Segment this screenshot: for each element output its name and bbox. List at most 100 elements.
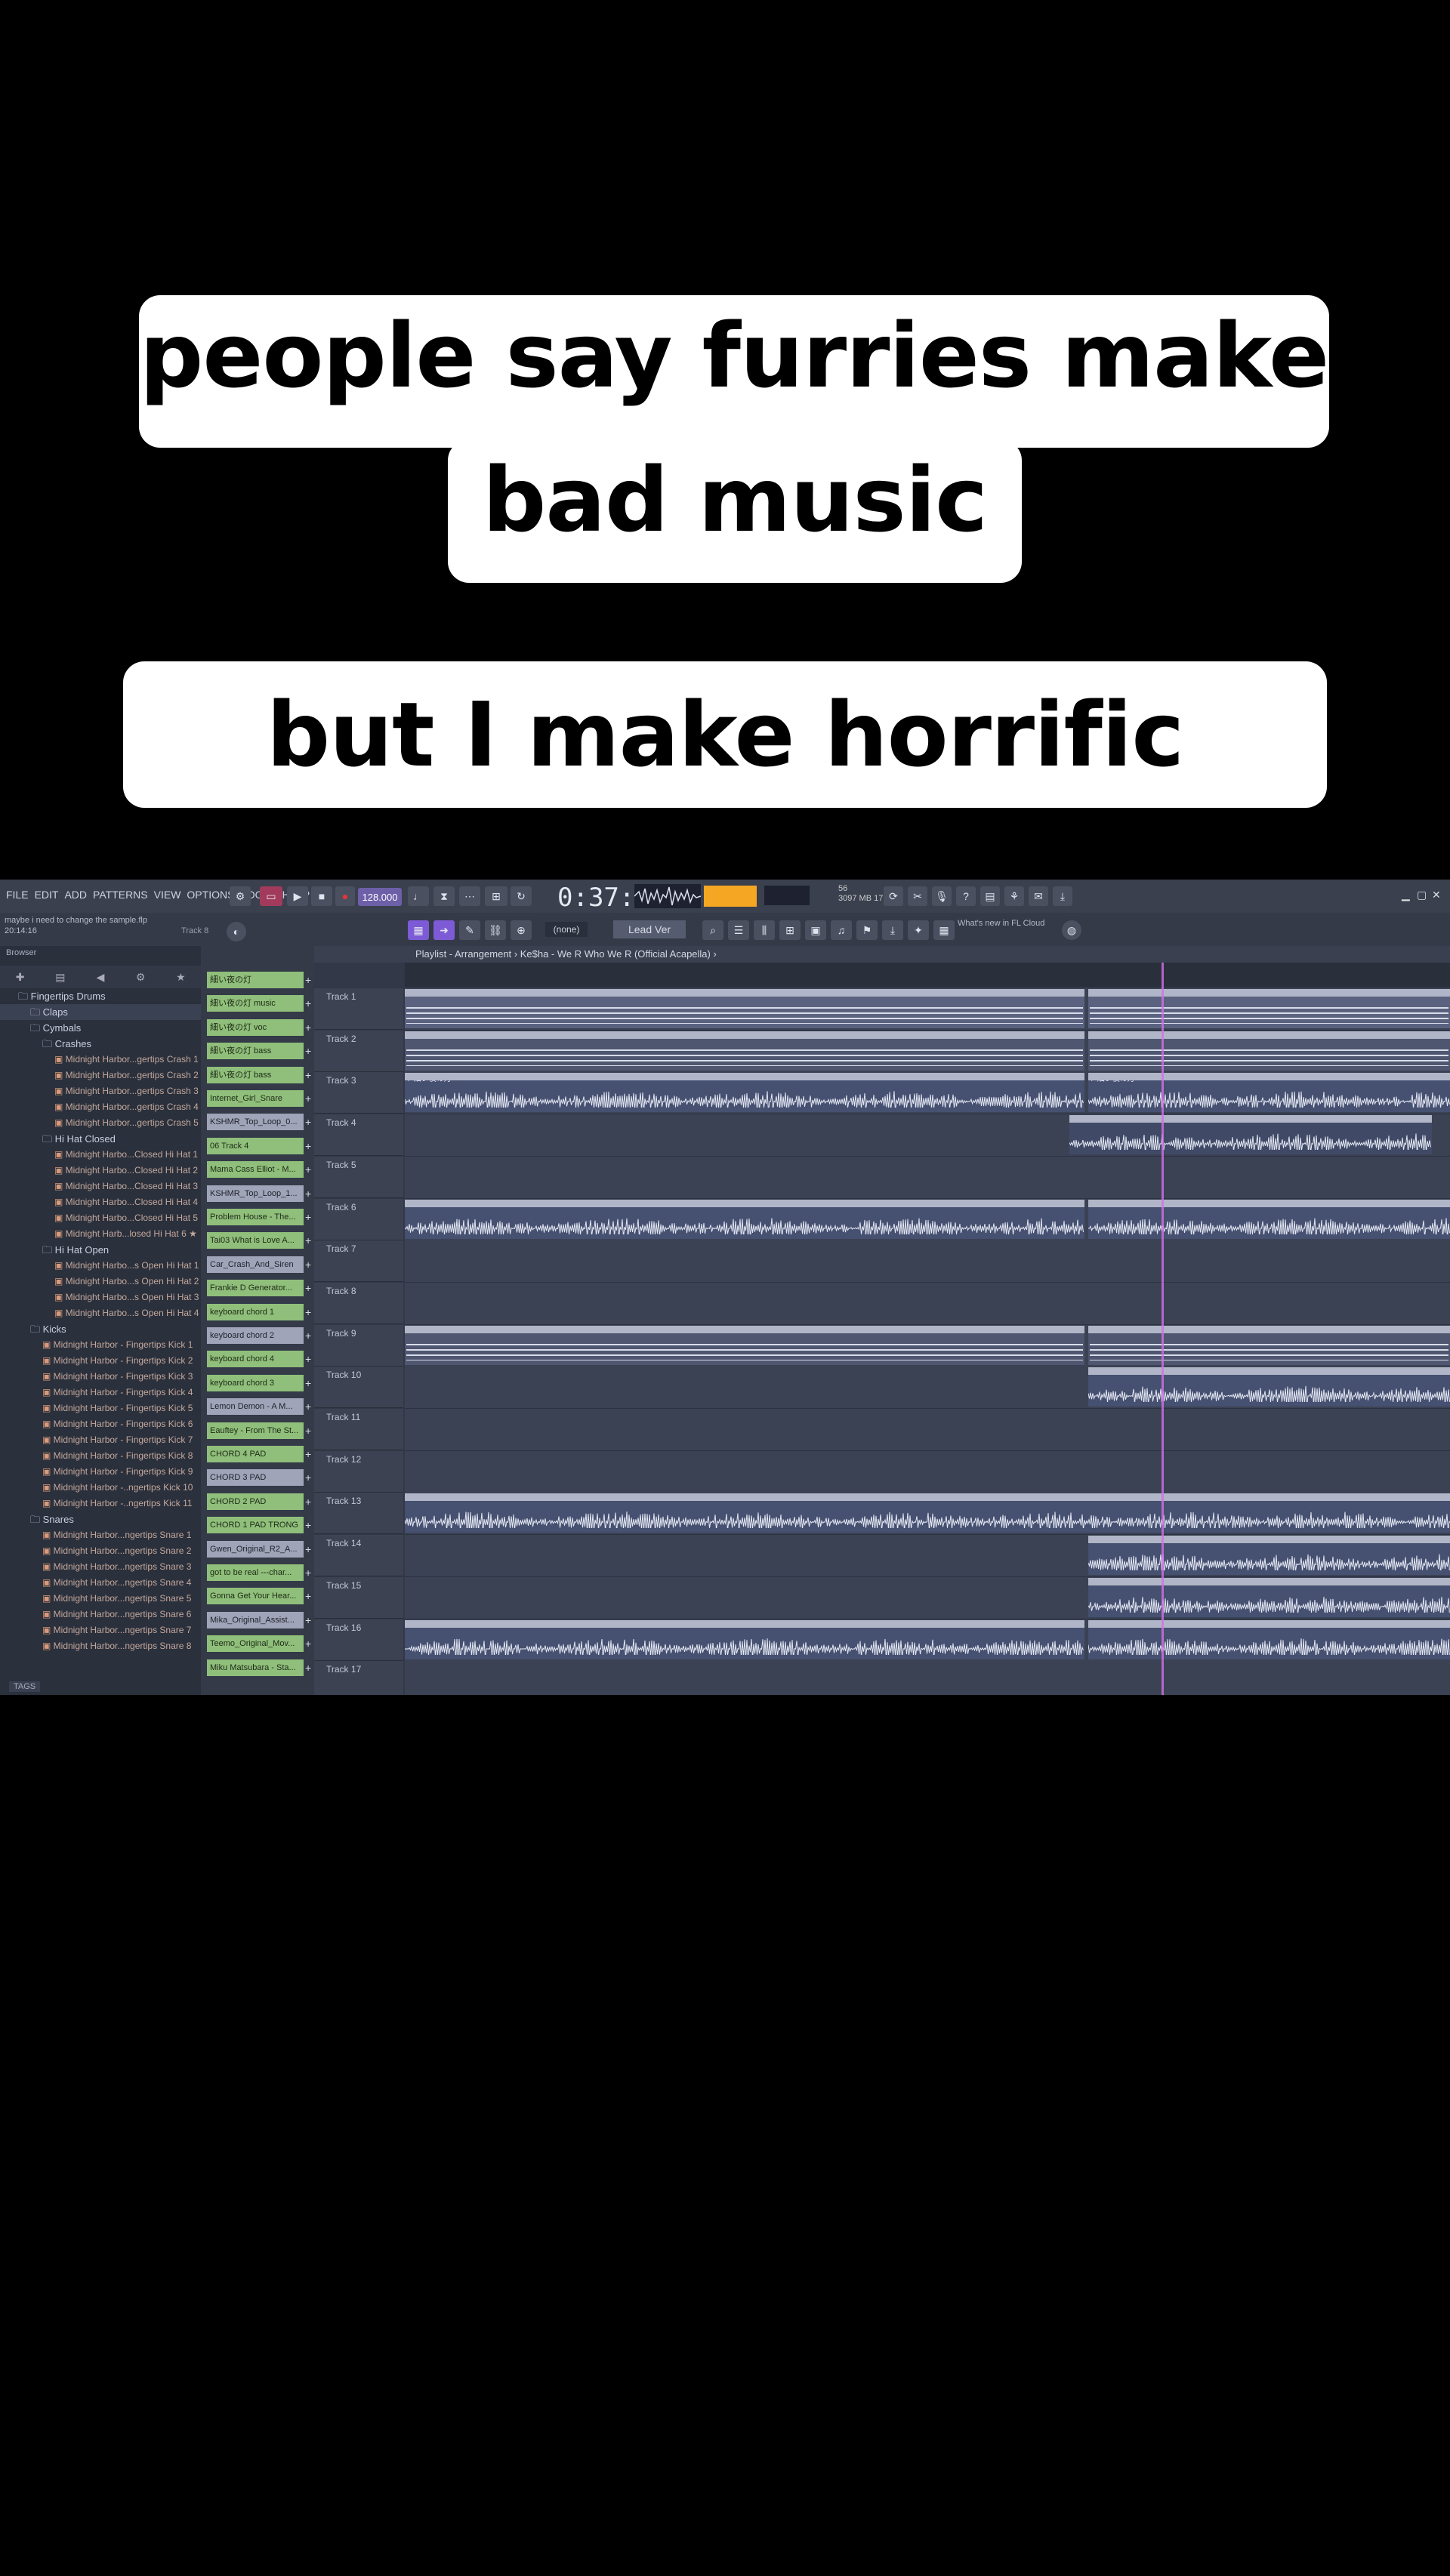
snap-icon[interactable]: ⊞ <box>485 886 508 906</box>
channel-button[interactable]: keyboard chord 1 <box>207 1303 304 1320</box>
browser-tab-plugins[interactable]: ⚙ <box>121 966 161 988</box>
browser-file[interactable]: ▣ Midnight Harbo...Closed Hi Hat 4 <box>0 1194 201 1210</box>
browser-file[interactable]: ▣ Midnight Harbor - Fingertips Kick 4 <box>0 1385 201 1400</box>
close-icon[interactable]: ✕ <box>1432 889 1441 901</box>
browser-file[interactable]: ▣ Midnight Harbor - Fingertips Kick 5 <box>0 1400 201 1416</box>
browser-folder[interactable]: 🗀 Crashes <box>0 1036 201 1052</box>
add-channel-icon[interactable]: + <box>305 1351 311 1367</box>
browser-file[interactable]: ▣ Midnight Harbor...gertips Crash 5 <box>0 1115 201 1131</box>
browser-file[interactable]: ▣ Midnight Harbor...ngertips Snare 7 <box>0 1622 201 1638</box>
channel-button[interactable]: KSHMR_Top_Loop_1... <box>207 1185 304 1202</box>
track-header[interactable]: Track 15 <box>314 1576 403 1619</box>
add-channel-icon[interactable]: + <box>305 1541 311 1558</box>
fx-icon[interactable]: ✦ <box>908 920 929 940</box>
add-channel-icon[interactable]: + <box>305 1493 311 1510</box>
touch-keyboard-icon[interactable]: ♫ <box>831 920 852 940</box>
track-header[interactable]: Track 5 <box>314 1156 403 1198</box>
channel-button[interactable]: Tai03 What is Love A... <box>207 1232 304 1249</box>
add-channel-icon[interactable]: + <box>305 1019 311 1036</box>
channel-button[interactable]: Mika_Original_Assist... <box>207 1611 304 1628</box>
save-icon[interactable]: ▤ <box>980 886 1000 906</box>
playlist-clip[interactable]: ▸ KSHMR_Top_Loop_11_128 <box>405 1199 1084 1239</box>
add-channel-icon[interactable]: + <box>305 1161 311 1178</box>
stop-icon[interactable]: ■ <box>311 886 332 906</box>
track-header[interactable]: Track 4 <box>314 1114 403 1157</box>
channel-button[interactable]: Lemon Demon - A M... <box>207 1398 304 1416</box>
playlist-clip[interactable]: ▸ keyboard chord 4 <box>405 1619 1084 1659</box>
add-channel-icon[interactable]: + <box>305 1256 311 1273</box>
playlist-clip[interactable]: ▸ 06 Track 4 <box>1088 1367 1450 1407</box>
track-header[interactable]: Track 16 <box>314 1619 403 1661</box>
pat-song-toggle[interactable]: ▭ <box>260 886 282 906</box>
channel-button[interactable]: Problem House - The... <box>207 1209 304 1225</box>
add-channel-icon[interactable]: + <box>305 1209 311 1225</box>
news-ticker[interactable]: What's new in FL Cloud <box>958 919 1044 929</box>
playlist-clip[interactable]: ▸ 細い夜の灯 <box>1088 1073 1450 1113</box>
browser-file[interactable]: ▣ Midnight Harbo...s Open Hi Hat 4 <box>0 1305 201 1321</box>
channel-button[interactable]: CHORD 1 PAD TRONG <box>207 1517 304 1534</box>
piano-roll-icon[interactable]: ▦ <box>408 920 429 940</box>
channel-button[interactable]: Car_Crash_And_Siren <box>207 1256 304 1273</box>
browser-file[interactable]: ▣ Midnight Harbor - Fingertips Kick 6 <box>0 1416 201 1432</box>
pattern-name[interactable]: Lead Ver <box>613 920 686 938</box>
track-lane[interactable] <box>405 1409 1450 1451</box>
add-channel-icon[interactable]: + <box>305 1422 311 1439</box>
cut-icon[interactable]: ✂ <box>908 886 927 906</box>
browser-tab-favorites[interactable]: ★ <box>161 966 201 988</box>
channel-button[interactable]: Teemo_Original_Mov... <box>207 1635 304 1653</box>
add-channel-icon[interactable]: + <box>305 1067 311 1083</box>
browser-folder[interactable]: 🗀 Cymbals <box>0 1020 201 1036</box>
step-edit-icon[interactable]: ⋯ <box>459 886 480 906</box>
browser-file[interactable]: ▣ Midnight Harbo...Closed Hi Hat 1 <box>0 1147 201 1163</box>
add-channel-icon[interactable]: + <box>305 1588 311 1604</box>
browser-folder[interactable]: 🗀 Hi Hat Closed <box>0 1131 201 1147</box>
channel-button[interactable]: Miku Matsubara - Sta... <box>207 1659 304 1676</box>
channel-button[interactable]: keyboard chord 4 <box>207 1351 304 1368</box>
channel-button[interactable]: CHORD 3 PAD <box>207 1469 304 1487</box>
add-channel-icon[interactable]: + <box>305 1232 311 1249</box>
channel-button[interactable]: Internet_Girl_Snare <box>207 1090 304 1107</box>
browser-file[interactable]: ▣ Midnight Harbor - Fingertips Kick 1 <box>0 1337 201 1353</box>
channel-button[interactable]: Gwen_Original_R2_A... <box>207 1540 304 1558</box>
plugin-database-icon[interactable]: ⊞ <box>779 920 801 940</box>
browser-file[interactable]: ▣ Midnight Harbo...Closed Hi Hat 3 <box>0 1179 201 1194</box>
add-channel-icon[interactable]: + <box>305 1185 311 1202</box>
tempo-display[interactable]: 128.000 <box>358 888 402 906</box>
channel-button[interactable]: 細い夜の灯 bass <box>207 1043 304 1060</box>
browser-file[interactable]: ▣ Midnight Harbor - Fingertips Kick 9 <box>0 1464 201 1480</box>
browser-file[interactable]: ▣ Midnight Harbor...ngertips Snare 1 <box>0 1527 201 1543</box>
pattern-selector[interactable]: (none) <box>545 922 588 937</box>
add-channel-icon[interactable]: + <box>305 1517 311 1533</box>
menu-view[interactable]: VIEW <box>154 889 181 901</box>
browser-file[interactable]: ▣ Midnight Harbor...gertips Crash 2 <box>0 1068 201 1083</box>
browser-file[interactable]: ▣ Midnight Harbor...ngertips Snare 6 <box>0 1607 201 1622</box>
add-channel-icon[interactable]: + <box>305 995 311 1012</box>
add-channel-icon[interactable]: + <box>305 1635 311 1652</box>
track-lane[interactable] <box>405 1661 1450 1695</box>
maximize-icon[interactable]: ▢ <box>1417 889 1427 901</box>
browser-folder[interactable]: 🗀 Hi Hat Open <box>0 1242 201 1258</box>
menu-patterns[interactable]: PATTERNS <box>93 889 148 901</box>
mixer-icon[interactable]: ⫼ <box>754 920 775 940</box>
tags-button[interactable]: TAGS <box>9 1681 41 1692</box>
globe-icon[interactable]: ◍ <box>1062 920 1081 940</box>
browser-folder[interactable]: 🗀 Fingertips Drums <box>0 988 201 1004</box>
browser-file[interactable]: ▣ Midnight Harbor...gertips Crash 3 <box>0 1083 201 1099</box>
browser-file[interactable]: ▣ Midnight Harbor - Fingertips Kick 2 <box>0 1353 201 1369</box>
master-volume-knob[interactable]: ◐ <box>227 922 246 941</box>
track-header[interactable]: Track 17 <box>314 1661 403 1695</box>
browser-icon[interactable]: ⌕ <box>702 920 723 940</box>
track-header[interactable]: Track 13 <box>314 1493 403 1535</box>
channel-button[interactable]: Eauftey - From The St... <box>207 1422 304 1439</box>
add-channel-icon[interactable]: + <box>305 1564 311 1581</box>
gear-icon[interactable]: ⚙ <box>230 886 251 906</box>
channel-button[interactable]: Frankie D Generator... <box>207 1280 304 1297</box>
playlist-clip[interactable]: ▸ chords 83 <box>405 1031 1084 1071</box>
track-header[interactable]: Track 12 <box>314 1450 403 1493</box>
track-header[interactable]: Track 9 <box>314 1324 403 1367</box>
track-header[interactable]: Track 2 <box>314 1030 403 1072</box>
track-header[interactable]: Track 7 <box>314 1240 403 1283</box>
track-lane[interactable] <box>405 1156 1450 1199</box>
tempo-tapper-icon[interactable]: ⚑ <box>856 920 878 940</box>
track-header[interactable]: Track 11 <box>314 1409 403 1450</box>
